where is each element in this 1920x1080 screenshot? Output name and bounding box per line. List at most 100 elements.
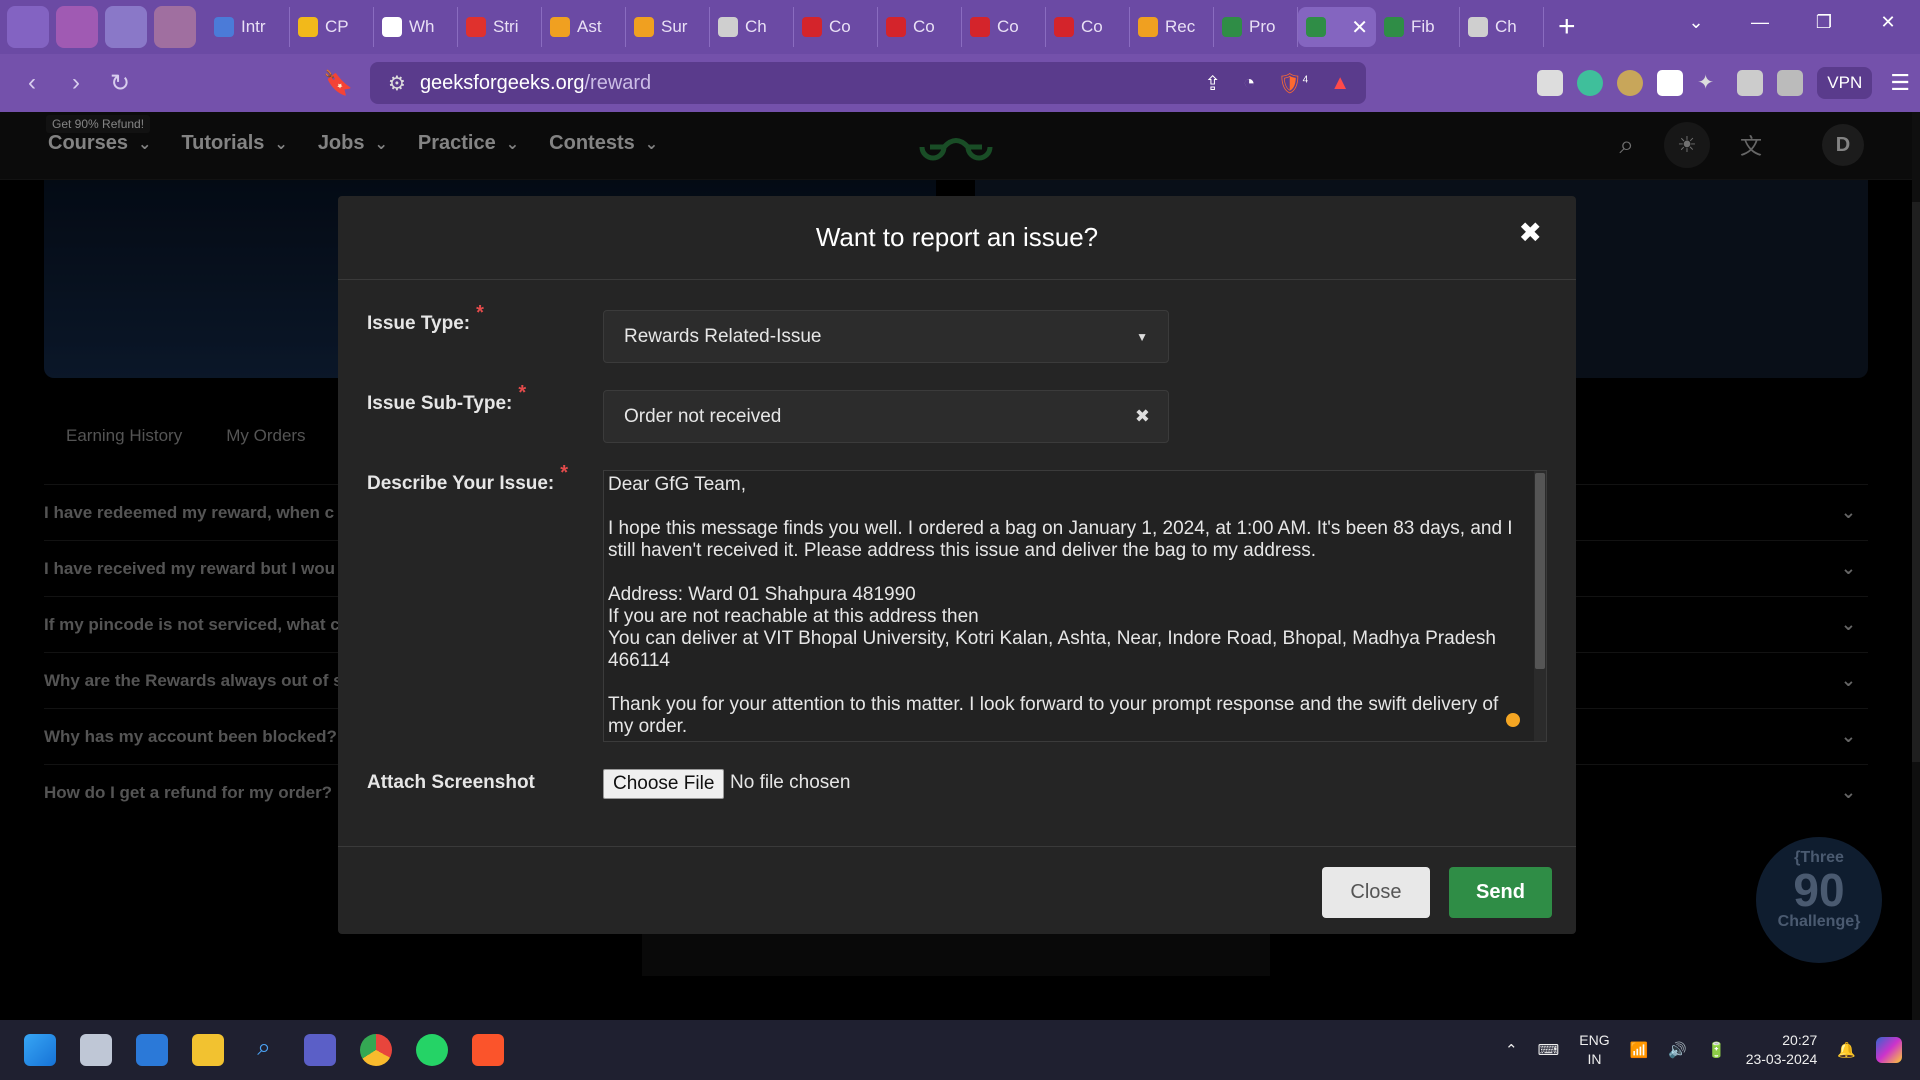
description-paragraph: Dear GfG Team, (608, 474, 746, 495)
describe-issue-label-text: Describe Your Issue: (367, 473, 555, 494)
tab-favicon-icon (718, 17, 738, 37)
window-close-button[interactable]: ✕ (1856, 12, 1920, 33)
issue-subtype-label-text: Issue Sub-Type: (367, 393, 513, 414)
issue-subtype-value: Order not received (624, 405, 782, 427)
extensions-puzzle-icon[interactable]: ✦ (1697, 70, 1723, 96)
pinned-workspace-4[interactable] (154, 6, 196, 48)
close-icon[interactable]: ✖ (1519, 216, 1542, 249)
back-icon[interactable]: ‹ (10, 69, 54, 97)
choose-file-button[interactable]: Choose File (603, 769, 725, 799)
browser-tab[interactable]: Co (794, 7, 878, 47)
grammar-check-icon[interactable] (1506, 713, 1520, 727)
browser-tab[interactable]: Co (878, 7, 962, 47)
brave-rewards-icon[interactable]: ▲ (1330, 72, 1350, 95)
cast-icon[interactable]: ◔ (1243, 72, 1255, 95)
whatsapp-icon[interactable] (416, 1034, 448, 1066)
browser-tab[interactable]: Sur (626, 7, 710, 47)
clock-date: 23-03-2024 (1745, 1051, 1818, 1067)
tab-favicon-icon (1222, 17, 1242, 37)
language-indicator[interactable]: ENG IN (1579, 1031, 1609, 1069)
tab-close-icon[interactable]: ✕ (1351, 15, 1368, 40)
browser-tab[interactable]: Co (1046, 7, 1130, 47)
share-icon[interactable]: ⇪ (1204, 71, 1221, 96)
browser-tab[interactable]: CP (290, 7, 374, 47)
pinned-workspace-1[interactable] (7, 6, 49, 48)
url-domain: geeksforgeeks.org (419, 71, 585, 94)
tab-favicon-icon (214, 17, 234, 37)
sidebar-panel-icon[interactable] (1537, 70, 1564, 96)
chevron-down-icon[interactable]: ▼ (1136, 330, 1148, 344)
notification-icon[interactable]: 🔔 (1837, 1041, 1856, 1059)
tab-favicon-icon (1054, 17, 1074, 37)
s-extension-icon[interactable] (1657, 70, 1684, 96)
pinned-workspace-3[interactable] (105, 6, 147, 48)
battery-icon[interactable]: 🔋 (1707, 1041, 1726, 1059)
restore-button[interactable]: ❐ (1792, 12, 1856, 33)
brave-shields-icon[interactable]: 🛡4 (1277, 71, 1308, 96)
keyboard-icon[interactable]: ⌨ (1538, 1041, 1560, 1059)
task-view-icon[interactable] (80, 1034, 112, 1066)
issue-type-select[interactable]: Rewards Related-Issue ▼ (603, 310, 1169, 363)
browser-tab[interactable]: Wh (374, 7, 458, 47)
clock-time: 20:27 (1782, 1032, 1818, 1048)
forward-icon[interactable]: › (54, 69, 98, 97)
volume-icon[interactable]: 🔊 (1668, 1041, 1687, 1059)
browser-tab[interactable]: Intr (206, 7, 290, 47)
browser-tab[interactable]: Ch (1460, 7, 1544, 47)
windows-start-icon[interactable] (24, 1034, 56, 1066)
clock[interactable]: 20:27 23-03-2024 (1746, 1031, 1818, 1069)
browser-tab[interactable]: Pro (1214, 7, 1298, 47)
address-bar[interactable]: ⚙ geeksforgeeks.org/reward ⇪ ◔ 🛡4 ▲ (370, 62, 1366, 104)
mail-icon[interactable] (136, 1034, 168, 1066)
close-button[interactable]: Close (1322, 867, 1430, 918)
url-path: /reward (584, 71, 652, 94)
chatgpt-extension-icon[interactable] (1577, 70, 1604, 96)
site-settings-icon[interactable]: ⚙ (388, 71, 406, 96)
browser-tab[interactable]: ✕ (1298, 7, 1376, 47)
clear-selection-icon[interactable]: ✖ (1135, 406, 1150, 427)
browser-tab[interactable]: Co (962, 7, 1046, 47)
window-controls: ⌄ — ❐ ✕ (1664, 0, 1920, 44)
vpn-button[interactable]: VPN (1817, 67, 1873, 99)
tab-favicon-icon (1306, 17, 1326, 37)
browser-tab[interactable]: Stri (458, 7, 542, 47)
search-icon[interactable]: ⌕ (248, 1034, 280, 1066)
menu-icon[interactable]: ☰ (1890, 70, 1910, 96)
textarea-scrollbar[interactable] (1534, 471, 1546, 741)
browser-tab[interactable]: Fib (1376, 7, 1460, 47)
tab-label: Fib (1411, 17, 1435, 36)
pinned-workspace-2[interactable] (56, 6, 98, 48)
brave-icon[interactable] (472, 1034, 504, 1066)
chrome-icon[interactable] (360, 1034, 392, 1066)
wallet-icon[interactable] (1777, 70, 1804, 96)
send-button[interactable]: Send (1449, 867, 1552, 918)
attach-screenshot-label: Attach Screenshot (367, 772, 535, 793)
minimize-button[interactable]: — (1728, 12, 1792, 33)
browser-tab[interactable]: Ast (542, 7, 626, 47)
file-explorer-icon[interactable] (192, 1034, 224, 1066)
sidebar-toggle-icon[interactable] (1737, 70, 1764, 96)
tab-favicon-icon (886, 17, 906, 37)
teams-icon[interactable] (304, 1034, 336, 1066)
issue-subtype-select[interactable]: Order not received ✖ (603, 390, 1169, 443)
reload-icon[interactable]: ↻ (98, 69, 142, 98)
wifi-icon[interactable]: 📶 (1630, 1041, 1649, 1059)
tab-favicon-icon (1468, 17, 1488, 37)
browser-tab[interactable]: Rec (1130, 7, 1214, 47)
tab-search-icon[interactable]: ⌄ (1664, 12, 1728, 33)
textarea-scrollbar-thumb[interactable] (1535, 473, 1545, 669)
copilot-icon[interactable] (1876, 1037, 1902, 1063)
tab-favicon-icon (298, 17, 318, 37)
bookmark-icon[interactable]: 🔖 (316, 69, 360, 98)
description-paragraph: I hope this message finds you well. I or… (608, 518, 1518, 561)
issue-description-textarea[interactable]: Dear GfG Team, I hope this message finds… (603, 470, 1547, 742)
extension-icon[interactable] (1617, 70, 1644, 96)
tab-label: Co (829, 17, 851, 36)
tab-favicon-icon (1384, 17, 1404, 37)
tab-strip: Intr CP Wh Stri Ast Sur Ch Co Co Co Co Rec Pro ✕ Fib Ch (206, 5, 1544, 49)
browser-tab[interactable]: Ch (710, 7, 794, 47)
tab-label: Stri (493, 17, 519, 36)
modal-footer: Close Send (338, 846, 1576, 934)
new-tab-button[interactable]: + (1558, 10, 1576, 44)
chevron-up-icon[interactable]: ⌃ (1505, 1041, 1518, 1059)
